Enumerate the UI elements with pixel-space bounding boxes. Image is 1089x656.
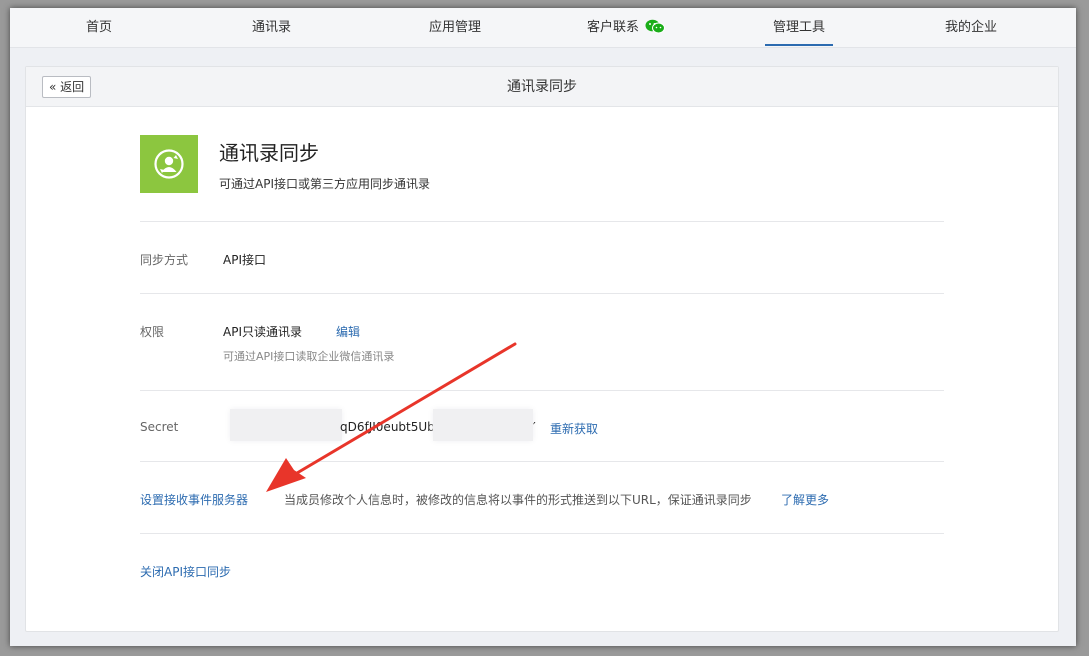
divider (140, 390, 944, 391)
sync-mode-label: 同步方式 (140, 253, 189, 267)
card-header: « 返回 通讯录同步 (26, 67, 1058, 107)
divider (140, 221, 944, 222)
nav-home[interactable]: 首页 (86, 8, 112, 48)
divider (140, 293, 944, 294)
page-title: 通讯录同步 (507, 79, 577, 95)
app-name: 通讯录同步 (219, 141, 319, 165)
secret-trailing: ′ (533, 420, 536, 434)
nav-my-enterprise[interactable]: 我的企业 (945, 8, 997, 48)
app-window: 首页 通讯录 应用管理 客户联系 管理工具 我的企业 « 返回 通讯录同步 通讯… (10, 8, 1076, 646)
close-api-sync-link[interactable]: 关闭API接口同步 (140, 563, 231, 580)
contact-sync-logo-icon (140, 135, 198, 193)
nav-app-management[interactable]: 应用管理 (429, 8, 481, 48)
secret-fragment: qD6fJI0eubt5Ubl (340, 420, 439, 434)
learn-more-link[interactable]: 了解更多 (781, 491, 829, 508)
nav-management-tools[interactable]: 管理工具 (764, 8, 834, 48)
permission-description: 可通过API接口读取企业微信通讯录 (223, 350, 395, 363)
permission-label: 权限 (140, 325, 165, 339)
nav-home-label: 首页 (86, 20, 113, 35)
permission-value: API只读通讯录 (223, 325, 302, 339)
divider (140, 533, 944, 534)
nav-contacts-label: 通讯录 (252, 20, 292, 35)
secret-redaction (433, 409, 533, 441)
secret-redaction (230, 409, 342, 441)
sync-mode-value: API接口 (223, 253, 266, 267)
refresh-secret-link[interactable]: 重新获取 (550, 420, 598, 437)
secret-label: Secret (140, 420, 179, 434)
nav-app-management-label: 应用管理 (429, 20, 482, 35)
nav-customer-contact[interactable]: 客户联系 (587, 8, 666, 51)
nav-customer-contact-label: 客户联系 (587, 20, 640, 35)
edit-permission-link[interactable]: 编辑 (336, 323, 360, 340)
nav-my-enterprise-label: 我的企业 (945, 20, 998, 35)
event-server-description: 当成员修改个人信息时，被修改的信息将以事件的形式推送到以下URL，保证通讯录同步 (284, 493, 752, 507)
main-card: « 返回 通讯录同步 通讯录同步 可通过API接口或第三方应用同步通讯录 同步方… (25, 66, 1059, 632)
nav-contacts[interactable]: 通讯录 (252, 8, 291, 48)
set-event-server-link[interactable]: 设置接收事件服务器 (140, 491, 248, 508)
app-description: 可通过API接口或第三方应用同步通讯录 (219, 177, 430, 191)
nav-management-tools-label: 管理工具 (773, 20, 826, 35)
wechat-icon (645, 11, 666, 51)
divider (140, 461, 944, 462)
top-nav: 首页 通讯录 应用管理 客户联系 管理工具 我的企业 (10, 8, 1076, 48)
